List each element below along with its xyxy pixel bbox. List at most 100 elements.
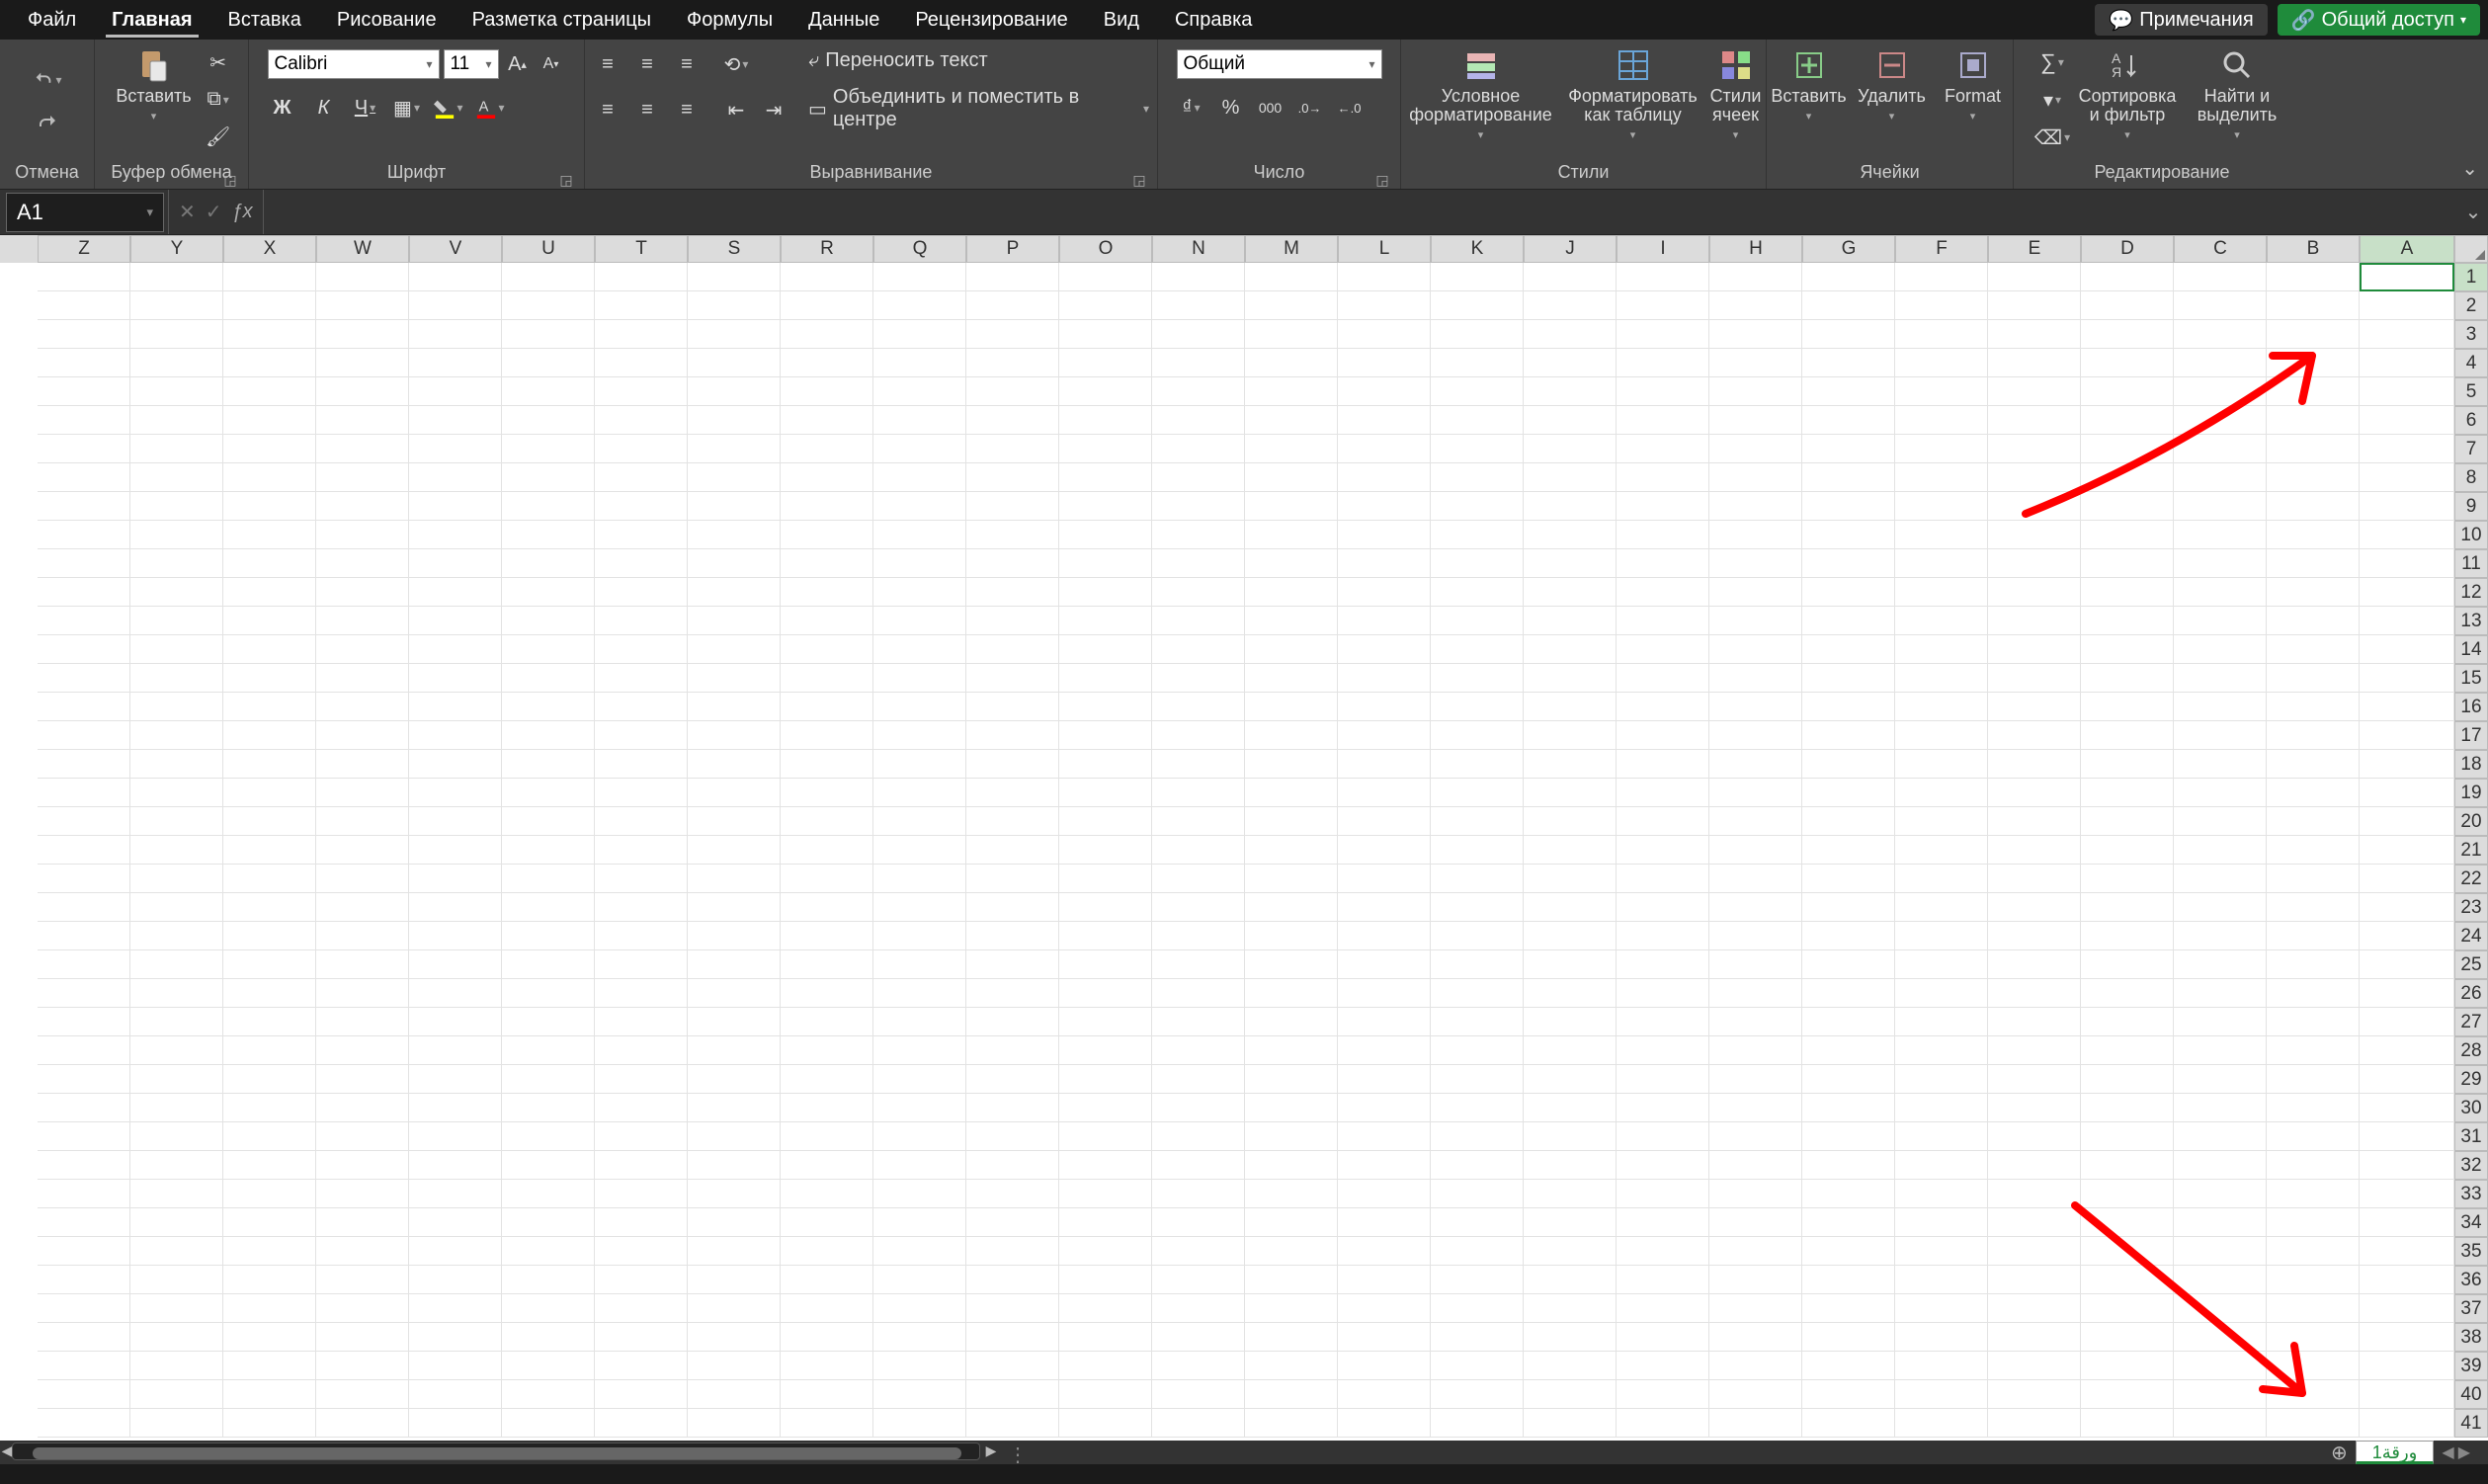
cell-E3[interactable]	[1988, 320, 2081, 349]
column-header-N[interactable]: N	[1152, 235, 1245, 263]
cell-A36[interactable]	[2360, 1266, 2454, 1294]
cell-B40[interactable]	[2267, 1380, 2360, 1409]
cell-Q33[interactable]	[873, 1180, 966, 1208]
cell-G27[interactable]	[1802, 1008, 1895, 1036]
cell-R32[interactable]	[781, 1151, 873, 1180]
cell-B24[interactable]	[2267, 922, 2360, 950]
row-header-5[interactable]: 5	[2454, 377, 2488, 406]
cell-S31[interactable]	[688, 1122, 781, 1151]
cell-R4[interactable]	[781, 349, 873, 377]
sheet-nav-first[interactable]: ◀	[2442, 1443, 2453, 1462]
cell-U40[interactable]	[502, 1380, 595, 1409]
cell-W34[interactable]	[316, 1208, 409, 1237]
cell-C38[interactable]	[2174, 1323, 2267, 1352]
cell-V10[interactable]	[409, 521, 502, 549]
cell-S23[interactable]	[688, 893, 781, 922]
cell-L30[interactable]	[1338, 1094, 1431, 1122]
fill-color-button[interactable]	[434, 93, 463, 123]
cell-V19[interactable]	[409, 779, 502, 807]
cell-E38[interactable]	[1988, 1323, 2081, 1352]
cell-U29[interactable]	[502, 1065, 595, 1094]
cell-E19[interactable]	[1988, 779, 2081, 807]
cell-G36[interactable]	[1802, 1266, 1895, 1294]
cell-H38[interactable]	[1709, 1323, 1802, 1352]
cell-S3[interactable]	[688, 320, 781, 349]
cell-C9[interactable]	[2174, 492, 2267, 521]
cell-R21[interactable]	[781, 836, 873, 865]
cell-F3[interactable]	[1895, 320, 1988, 349]
cell-A9[interactable]	[2360, 492, 2454, 521]
cell-E15[interactable]	[1988, 664, 2081, 693]
cell-Q12[interactable]	[873, 578, 966, 607]
cell-F20[interactable]	[1895, 807, 1988, 836]
cell-A35[interactable]	[2360, 1237, 2454, 1266]
redo-button[interactable]	[33, 109, 62, 138]
cell-W12[interactable]	[316, 578, 409, 607]
fill-button[interactable]: ▾	[2037, 85, 2067, 115]
tab-file[interactable]: Файл	[10, 0, 94, 40]
cell-D37[interactable]	[2081, 1294, 2174, 1323]
cell-U28[interactable]	[502, 1036, 595, 1065]
cell-Y33[interactable]	[130, 1180, 223, 1208]
cell-N28[interactable]	[1152, 1036, 1245, 1065]
merge-center-button[interactable]: ▭ Объединить и поместить в центре	[808, 86, 1149, 131]
cell-B10[interactable]	[2267, 521, 2360, 549]
cell-O27[interactable]	[1059, 1008, 1152, 1036]
cell-O25[interactable]	[1059, 950, 1152, 979]
cell-A41[interactable]	[2360, 1409, 2454, 1438]
cell-Y17[interactable]	[130, 721, 223, 750]
cell-F9[interactable]	[1895, 492, 1988, 521]
cell-I17[interactable]	[1617, 721, 1709, 750]
cell-D38[interactable]	[2081, 1323, 2174, 1352]
row-header-34[interactable]: 34	[2454, 1208, 2488, 1237]
comments-button[interactable]: 💬 Примечания	[2095, 4, 2267, 36]
cell-A12[interactable]	[2360, 578, 2454, 607]
cell-C22[interactable]	[2174, 865, 2267, 893]
cell-C24[interactable]	[2174, 922, 2267, 950]
cell-A39[interactable]	[2360, 1352, 2454, 1380]
cell-Y9[interactable]	[130, 492, 223, 521]
increase-font-button[interactable]: A▴	[503, 49, 533, 79]
cell-N21[interactable]	[1152, 836, 1245, 865]
cell-G5[interactable]	[1802, 377, 1895, 406]
cell-S41[interactable]	[688, 1409, 781, 1438]
cell-W14[interactable]	[316, 635, 409, 664]
cell-G16[interactable]	[1802, 693, 1895, 721]
cell-N26[interactable]	[1152, 979, 1245, 1008]
cell-Q18[interactable]	[873, 750, 966, 779]
cell-A17[interactable]	[2360, 721, 2454, 750]
share-button[interactable]: 🔗 Общий доступ ▾	[2278, 4, 2480, 36]
row-header-22[interactable]: 22	[2454, 865, 2488, 893]
cell-O8[interactable]	[1059, 463, 1152, 492]
cell-V38[interactable]	[409, 1323, 502, 1352]
cell-Q4[interactable]	[873, 349, 966, 377]
cell-D28[interactable]	[2081, 1036, 2174, 1065]
cell-H2[interactable]	[1709, 291, 1802, 320]
cell-M40[interactable]	[1245, 1380, 1338, 1409]
cell-M15[interactable]	[1245, 664, 1338, 693]
cell-M27[interactable]	[1245, 1008, 1338, 1036]
cell-L8[interactable]	[1338, 463, 1431, 492]
cell-T7[interactable]	[595, 435, 688, 463]
cell-W41[interactable]	[316, 1409, 409, 1438]
cell-V9[interactable]	[409, 492, 502, 521]
cell-D27[interactable]	[2081, 1008, 2174, 1036]
cell-O1[interactable]	[1059, 263, 1152, 291]
cell-T14[interactable]	[595, 635, 688, 664]
cell-J35[interactable]	[1524, 1237, 1617, 1266]
cell-P11[interactable]	[966, 549, 1059, 578]
cell-Q29[interactable]	[873, 1065, 966, 1094]
cell-I39[interactable]	[1617, 1352, 1709, 1380]
column-header-V[interactable]: V	[409, 235, 502, 263]
cell-X10[interactable]	[223, 521, 316, 549]
cell-Y10[interactable]	[130, 521, 223, 549]
column-header-C[interactable]: C	[2174, 235, 2267, 263]
cell-R33[interactable]	[781, 1180, 873, 1208]
cell-U11[interactable]	[502, 549, 595, 578]
cell-Z27[interactable]	[38, 1008, 130, 1036]
cell-Z21[interactable]	[38, 836, 130, 865]
cell-O41[interactable]	[1059, 1409, 1152, 1438]
cell-B20[interactable]	[2267, 807, 2360, 836]
row-header-8[interactable]: 8	[2454, 463, 2488, 492]
cell-M35[interactable]	[1245, 1237, 1338, 1266]
